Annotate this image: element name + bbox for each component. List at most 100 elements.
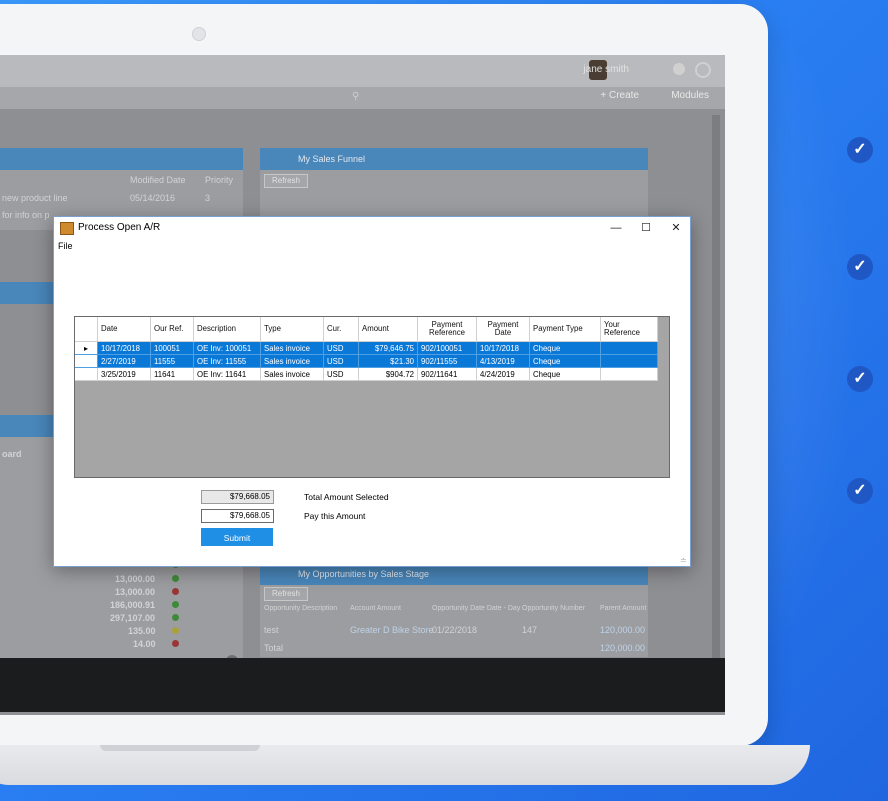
cell-payment-type[interactable]: Cheque [529,367,601,381]
cell-payment-reference[interactable]: 902/11641 [417,367,477,381]
cell-amount[interactable]: $79,646.75 [358,341,418,355]
power-icon[interactable] [695,62,711,78]
col-our-ref[interactable]: Our Ref. [150,317,194,342]
opp-col-5: Parent Amount [600,605,647,612]
col-currency[interactable]: Cur. [323,317,359,342]
opp-col-3: Opportunity Date Date - Day [432,605,521,612]
cell-payment-type[interactable]: Cheque [529,341,601,355]
opp-col-1: Opportunity Description [264,605,338,612]
dialog-title-bar[interactable]: Process Open A/R — ☐ ✕ [54,217,690,239]
cell-payment-date[interactable]: 4/13/2019 [476,354,530,368]
opp-total-value: 120,000.00 [600,643,646,653]
row-pointer-icon[interactable]: ▸ [75,341,98,355]
scrollbar[interactable] [712,115,720,675]
app-icon [60,222,74,235]
cell-date[interactable]: 3/25/2019 [97,367,151,381]
cell-description[interactable]: OE Inv: 11555 [193,354,261,368]
table-row[interactable]: ▸ 10/17/2018 100051 OE Inv: 100051 Sales inv… [75,341,658,355]
maximize-icon[interactable]: ☐ [632,219,660,237]
cell-your-reference[interactable] [600,354,658,368]
check-icon: ✓ [847,366,873,392]
amount-5: 135.00 [128,626,156,636]
cell-your-reference[interactable] [600,341,658,355]
cell-currency[interactable]: USD [323,341,359,355]
opp-row-desc[interactable]: test [264,625,279,635]
row-header[interactable] [75,367,98,381]
cell-type[interactable]: Sales invoice [260,354,324,368]
refresh-button[interactable]: Refresh [264,174,308,188]
task-row-text[interactable]: new product line [2,193,68,203]
cell-our-ref[interactable]: 11555 [150,354,194,368]
opp-row-amount: 120,000.00 [600,625,646,635]
cell-date[interactable]: 2/27/2019 [97,354,151,368]
cell-payment-reference[interactable]: 902/11555 [417,354,477,368]
amount-2: 13,000.00 [115,587,156,597]
camera-icon [192,27,206,41]
sales-funnel-title: My Sales Funnel [298,154,366,164]
col-payment-date[interactable]: Payment Date [476,317,530,342]
col-type[interactable]: Type [260,317,324,342]
cell-payment-reference[interactable]: 902/100051 [417,341,477,355]
submit-button[interactable]: Submit [201,528,273,546]
total-amount-field: $79,668.05 [201,490,274,504]
cell-payment-date[interactable]: 10/17/2018 [476,341,530,355]
check-icon: ✓ [847,254,873,280]
pay-amount-input[interactable]: $79,668.05 [201,509,274,523]
resize-grip-icon[interactable]: ≐ [680,556,688,565]
table-row[interactable]: 2/27/2019 11555 OE Inv: 11555 Sales invoice… [75,354,658,368]
status-dot [172,640,179,647]
modules-button[interactable]: Modules [671,90,709,101]
tasks-panel-header [0,148,243,170]
col-date[interactable]: Date [97,317,151,342]
cell-currency[interactable]: USD [323,367,359,381]
cell-our-ref[interactable]: 100051 [150,341,194,355]
col-your-reference[interactable]: Your Reference [600,317,658,342]
refresh-button[interactable]: Refresh [264,587,308,601]
cell-description[interactable]: OE Inv: 100051 [193,341,261,355]
cell-date[interactable]: 10/17/2018 [97,341,151,355]
check-icon: ✓ [847,137,873,163]
opp-col-2: Account Amount [350,605,401,612]
row-header-corner [75,317,98,342]
process-open-ar-dialog: Process Open A/R — ☐ ✕ File Date Our Ref… [53,216,691,567]
task-row-text-2[interactable]: for info on p [2,210,50,220]
opportunities-title: My Opportunities by Sales Stage [298,569,430,579]
cell-payment-type[interactable]: Cheque [529,354,601,368]
table-row[interactable]: 3/25/2019 11641 OE Inv: 11641 Sales invoice… [75,367,658,381]
row-header[interactable] [75,354,98,368]
cell-description[interactable]: OE Inv: 11641 [193,367,261,381]
laptop-base [0,745,810,785]
cell-our-ref[interactable]: 11641 [150,367,194,381]
dashboard-label: oard [2,449,22,459]
cell-payment-date[interactable]: 4/24/2019 [476,367,530,381]
priority-header: Priority [205,175,234,185]
cell-amount[interactable]: $904.72 [358,367,418,381]
status-dot [172,575,179,582]
open-ar-grid[interactable]: Date Our Ref. Description Type Cur. Amou… [74,316,670,478]
col-description[interactable]: Description [193,317,261,342]
cell-type[interactable]: Sales invoice [260,367,324,381]
gear-icon[interactable] [673,63,685,75]
sales-funnel-header: My Sales Funnel [260,148,648,170]
status-dot [172,601,179,608]
opp-row-number: 147 [522,625,538,635]
minimize-icon[interactable]: — [602,219,630,237]
cell-amount[interactable]: $21.30 [358,354,418,368]
col-amount[interactable]: Amount [358,317,418,342]
cell-type[interactable]: Sales invoice [260,341,324,355]
opp-row-account[interactable]: Greater D Bike Store [350,625,434,635]
col-payment-type[interactable]: Payment Type [529,317,601,342]
opp-col-4: Opportunity Number [522,605,586,612]
close-icon[interactable]: ✕ [662,219,690,237]
user-name[interactable]: jane smith [583,64,629,75]
cell-your-reference[interactable] [600,367,658,381]
check-icon: ✓ [847,478,873,504]
menu-file[interactable]: File [58,241,73,251]
col-payment-reference[interactable]: Payment Reference [417,317,477,342]
cell-currency[interactable]: USD [323,354,359,368]
task-row-date: 05/14/2016 [130,193,176,203]
amount-4: 297,107.00 [110,613,156,623]
create-button[interactable]: + Create [600,90,639,101]
search-icon[interactable]: ⚲ [352,91,359,102]
dialog-title: Process Open A/R [78,222,161,233]
